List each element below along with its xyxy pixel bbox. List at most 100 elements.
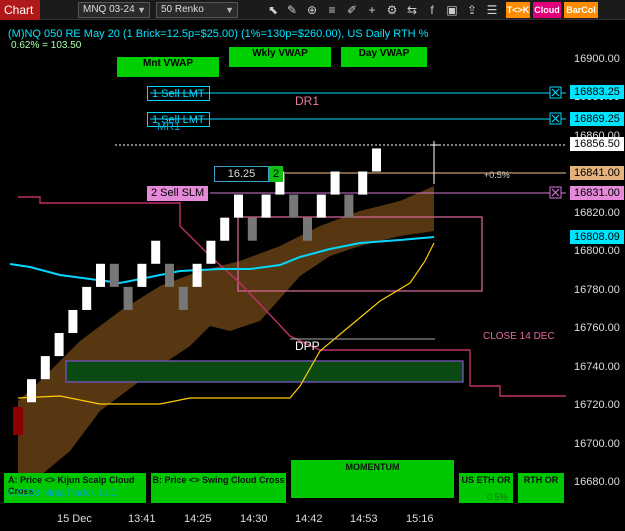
price-marker-tag: 16808.09 [570,229,624,244]
time-tick-label: 15 Dec [57,513,92,525]
renko-brick-up [68,309,78,334]
price-marker-tag: 16883.25 [570,85,624,100]
time-tick-label: 15:16 [406,513,434,525]
renko-brick-down [247,217,257,241]
daily-vwap-button[interactable]: Day VWAP [341,47,427,67]
dpp-zone [65,360,464,383]
sell-limit-order-label[interactable]: 1 Sell LMT [147,86,210,101]
zoom-icon[interactable]: ⊕ [304,2,320,18]
price-tick-label: 16820.00 [574,206,620,219]
price-marker-tag: 16856.50 [570,136,624,151]
renko-brick-down [109,263,119,287]
rth-or-label: RTH OR [523,475,559,485]
time-tick-label: 14:53 [350,513,378,525]
indicator-icon[interactable]: f [424,2,440,18]
monthly-vwap-button[interactable]: Mnt VWAP [117,57,219,77]
properties-icon[interactable]: ≡ [324,2,340,18]
time-axis[interactable]: 15 Dec 13:41 14:25 14:30 14:42 14:53 15:16 [0,507,566,531]
instrument-select[interactable]: MNQ 03-24 ▼ [78,2,150,18]
instrument-select-value: MNQ 03-24 [83,4,135,15]
cancel-order-icon[interactable] [549,186,562,199]
renko-brick-down [344,194,354,218]
close-label: CLOSE 14 DEC [483,331,555,342]
screenshot-icon[interactable]: ▣ [444,2,460,18]
price-tick-label: 16720.00 [574,399,620,412]
position-qty[interactable]: 2 [269,166,283,182]
cancel-order-icon[interactable] [549,112,562,125]
momentum-label: MOMENTUM [345,462,400,472]
sell-stop-order-label[interactable]: 2 Sell SLM [147,186,209,201]
chevron-down-icon: ▼ [137,5,146,15]
renko-brick-up [40,356,50,380]
toolbar: Chart MNQ 03-24 ▼ 50 Renko ▼ ⬉ ✎ ⊕ ≡ ✐ +… [0,0,625,20]
barcol-toggle-button[interactable]: BarCol [564,2,598,18]
renko-brick-up [261,194,271,218]
dr1-label: DR1 [295,94,320,108]
renko-brick-down [178,286,188,310]
start-brick [13,407,23,435]
chart-subheader: 0.62% = 103.50 [11,40,82,51]
price-tick-label: 16700.00 [574,437,620,450]
cancel-order-icon[interactable] [549,86,562,99]
renko-brick-up [358,171,368,195]
renko-brick-up [137,263,147,287]
renko-brick-up [27,379,36,403]
pointer-icon[interactable]: ⬉ [265,2,281,18]
renko-brick-up [316,194,326,218]
renko-brick-up [151,240,161,264]
mr1-label: MR1 [157,121,181,133]
add-icon[interactable]: + [364,2,380,18]
share-icon[interactable]: ⇪ [464,2,480,18]
renko-brick-up [330,171,340,195]
pct-label: 0.5% [487,492,508,502]
cloud-toggle-button[interactable]: Cloud [533,2,561,18]
renko-brick-up [234,194,243,218]
time-tick-label: 14:42 [295,513,323,525]
chart-trader-icon[interactable]: ⇆ [404,2,420,18]
bar-type-select[interactable]: 50 Renko ▼ [156,2,238,18]
renko-brick-up [82,286,92,310]
crosshair-icon[interactable]: ✎ [284,2,300,18]
time-tick-label: 14:25 [184,513,212,525]
chevron-down-icon: ▼ [225,5,234,15]
chart-tab[interactable]: Chart [0,0,40,20]
price-chart[interactable] [0,21,566,507]
time-tick-label: 14:30 [240,513,268,525]
rth-or-button[interactable]: RTH OR [518,473,564,503]
price-tick-label: 16740.00 [574,360,620,373]
renko-brick-up [96,263,105,287]
renko-brick-down [165,263,174,287]
price-tick-label: 16780.00 [574,283,620,296]
renko-brick-up [206,240,216,264]
weekly-vwap-button[interactable]: Wkly VWAP [229,47,331,67]
price-marker-tag: 16841.00 [570,166,624,181]
position-avg-price[interactable]: 16.25 [214,166,269,182]
us-eth-or-label: US ETH OR [461,475,511,485]
copyright-text: © 2023 NinjaTrader, LLC [7,488,118,499]
price-swing-cross-button[interactable]: B: Price <> Swing Cloud Cross [151,473,286,503]
momentum-button[interactable]: MOMENTUM [291,460,454,498]
price-swing-cross-label: B: Price <> Swing Cloud Cross [152,475,285,485]
renko-brick-up [372,148,381,172]
drawing-tools-icon[interactable]: ✐ [344,2,360,18]
bar-type-select-value: 50 Renko [161,4,204,15]
price-tick-label: 16760.00 [574,322,620,335]
price-marker-tag: 16869.25 [570,112,624,127]
renko-brick-down [303,217,312,241]
renko-brick-down [123,286,133,310]
time-tick-label: 13:41 [128,513,156,525]
renko-brick-up [54,333,64,357]
price-tick-label: 16680.00 [574,476,620,488]
renko-brick-up [220,217,230,241]
strategy-icon[interactable]: ⚙ [384,2,400,18]
chart-header: (M)NQ 050 RE May 20 (1 Brick=12.5p=$25.0… [8,28,429,40]
template-icon[interactable]: ☰ [484,2,500,18]
price-tick-label: 16900.00 [574,53,620,65]
price-tick-label: 16800.00 [574,245,620,258]
price-marker-tag: 16831.00 [570,185,624,200]
tk-toggle-button[interactable]: T<>K [506,2,530,18]
renko-brick-up [192,263,202,287]
position-pnl: +0.5% [484,170,510,180]
dpp-label: DPP [295,339,320,353]
renko-brick-down [289,194,299,218]
